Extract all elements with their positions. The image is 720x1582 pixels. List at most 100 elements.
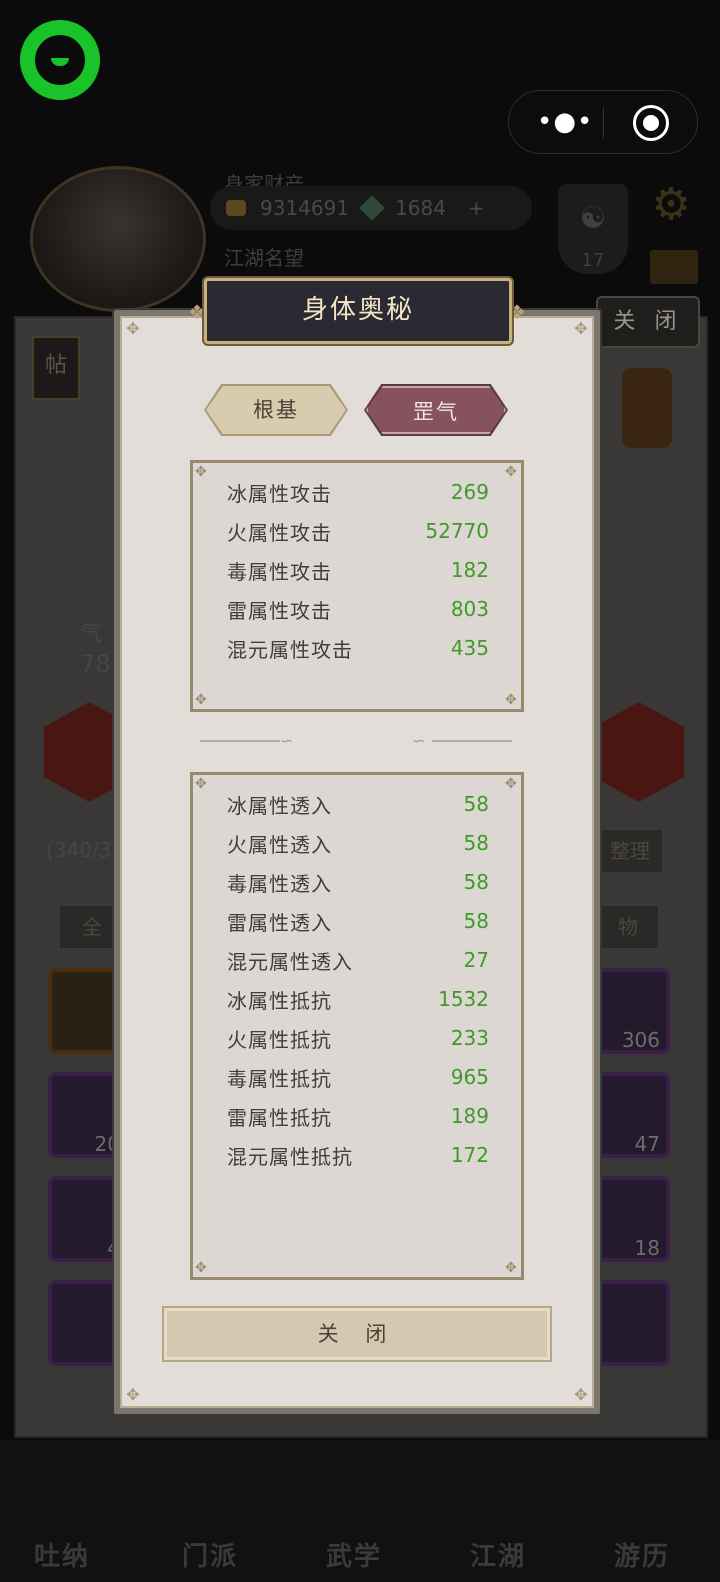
inventory-slot: 47 bbox=[588, 1072, 670, 1158]
stat-value: 182 bbox=[450, 558, 489, 582]
inventory-slot: 18 bbox=[588, 1176, 670, 1262]
stat-label: 火属性攻击 bbox=[227, 520, 332, 545]
stat-value: 803 bbox=[450, 597, 489, 621]
stat-value: 27 bbox=[463, 948, 489, 972]
post-badge: 帖 bbox=[32, 336, 80, 400]
currency-bar: 9314691 1684 + bbox=[210, 186, 532, 230]
stat-label: 雷属性攻击 bbox=[227, 598, 332, 623]
attack-stats-panel: ✥ ✥ ✥ ✥ 冰属性攻击 269 火属性攻击 52770 毒属性攻击 182 … bbox=[190, 460, 524, 712]
corner-ornament-icon: ✥ bbox=[505, 464, 517, 480]
mini-program-capsule: •●• bbox=[508, 90, 698, 154]
stat-label: 混元属性抵抗 bbox=[227, 1144, 353, 1169]
stat-row: 火属性攻击 52770 bbox=[227, 516, 489, 546]
stat-row: 火属性抵抗 233 bbox=[227, 1023, 489, 1053]
stat-label: 冰属性攻击 bbox=[227, 481, 332, 506]
stat-row: 混元属性攻击 435 bbox=[227, 633, 489, 663]
corner-ornament-icon: ✥ bbox=[505, 692, 517, 708]
stat-value: 965 bbox=[450, 1065, 489, 1089]
background-close-tab: 关 闭 bbox=[596, 296, 700, 348]
close-button[interactable]: 关 闭 bbox=[162, 1306, 552, 1362]
tab-genji[interactable]: 根基 bbox=[206, 386, 346, 434]
stat-value: 269 bbox=[450, 480, 489, 504]
stat-row: 火属性透入 58 bbox=[227, 828, 489, 858]
dialog-title: 身体奥秘 bbox=[204, 278, 512, 344]
level-badge-value: 17 bbox=[581, 250, 605, 271]
corner-ornament-icon: ✥ bbox=[195, 776, 207, 792]
nav-item-youli: 游历 bbox=[614, 1542, 671, 1572]
stat-value: 52770 bbox=[425, 519, 489, 543]
capsule-separator bbox=[603, 107, 604, 139]
stat-value: 172 bbox=[450, 1143, 489, 1167]
fame-label: 江湖名望 bbox=[224, 246, 304, 270]
more-dots-icon[interactable]: •●• bbox=[537, 109, 592, 135]
divider-curl-icon: ∽ bbox=[412, 731, 426, 750]
stat-value: 1532 bbox=[438, 987, 489, 1011]
corner-ornament-icon: ✥ bbox=[505, 776, 517, 792]
stat-label: 冰属性抵抗 bbox=[227, 988, 332, 1013]
corner-ornament-icon: ✥ bbox=[574, 1385, 588, 1404]
tab-gangqi[interactable]: 罡气 bbox=[366, 386, 506, 434]
stat-label: 混元属性透入 bbox=[227, 949, 353, 974]
stat-row: 冰属性透入 58 bbox=[227, 789, 489, 819]
qi-label: 气 bbox=[80, 622, 103, 647]
mail-icon bbox=[650, 250, 698, 284]
coin-icon bbox=[226, 200, 246, 216]
stat-label: 火属性透入 bbox=[227, 832, 332, 857]
stat-value: 189 bbox=[450, 1104, 489, 1128]
stat-value: 58 bbox=[463, 792, 489, 816]
stat-label: 冰属性透入 bbox=[227, 793, 332, 818]
inventory-slot: 306 bbox=[588, 968, 670, 1054]
stat-row: 毒属性透入 58 bbox=[227, 867, 489, 897]
player-avatar bbox=[30, 166, 206, 312]
stat-row: 毒属性抵抗 965 bbox=[227, 1062, 489, 1092]
stat-row: 雷属性透入 58 bbox=[227, 906, 489, 936]
stat-value: 58 bbox=[463, 909, 489, 933]
stat-label: 雷属性透入 bbox=[227, 910, 332, 935]
coin-amount: 9314691 bbox=[260, 196, 350, 220]
corner-ornament-icon: ✥ bbox=[126, 319, 140, 338]
section-divider bbox=[200, 740, 280, 742]
corner-ornament-icon: ✥ bbox=[195, 464, 207, 480]
nav-item-wuxue: 武学 bbox=[326, 1542, 383, 1572]
section-divider bbox=[432, 740, 512, 742]
stat-value: 435 bbox=[450, 636, 489, 660]
filter-item-tab: 物 bbox=[596, 904, 660, 950]
corner-ornament-icon: ✥ bbox=[195, 692, 207, 708]
defense-stats-panel: ✥ ✥ ✥ ✥ 冰属性透入 58 火属性透入 58 毒属性透入 58 雷属性透入… bbox=[190, 772, 524, 1280]
app-logo-icon bbox=[20, 20, 100, 100]
nav-item-tuna: 吐纳 bbox=[34, 1542, 91, 1572]
stat-value: 58 bbox=[463, 870, 489, 894]
stat-label: 火属性抵抗 bbox=[227, 1027, 332, 1052]
target-circle-icon[interactable] bbox=[633, 105, 669, 141]
inventory-slot bbox=[588, 1280, 670, 1366]
stat-row: 雷属性攻击 803 bbox=[227, 594, 489, 624]
stat-value: 233 bbox=[450, 1026, 489, 1050]
nav-item-menpai: 门派 bbox=[182, 1542, 239, 1572]
corner-ornament-icon: ✥ bbox=[574, 319, 588, 338]
stat-value: 58 bbox=[463, 831, 489, 855]
add-currency-button: + bbox=[467, 196, 485, 220]
corner-ornament-icon: ✥ bbox=[126, 1385, 140, 1404]
stat-row: 冰属性攻击 269 bbox=[227, 477, 489, 507]
nav-item-jianghu: 江湖 bbox=[470, 1542, 527, 1572]
stat-row: 混元属性透入 27 bbox=[227, 945, 489, 975]
organize-button: 整理 bbox=[596, 828, 664, 874]
corner-ornament-icon: ✥ bbox=[195, 1260, 207, 1276]
stat-row: 冰属性抵抗 1532 bbox=[227, 984, 489, 1014]
stat-row: 混元属性抵抗 172 bbox=[227, 1140, 489, 1170]
stat-label: 毒属性攻击 bbox=[227, 559, 332, 584]
gem-amount: 1684 bbox=[395, 196, 446, 220]
divider-curl-icon: ∽ bbox=[280, 731, 294, 750]
gem-icon bbox=[359, 195, 385, 221]
yinyang-level-badge: ☯ 17 bbox=[558, 184, 628, 274]
capacity-text: (340/3 bbox=[46, 838, 112, 862]
stat-label: 雷属性抵抗 bbox=[227, 1105, 332, 1130]
power-value: 78 bbox=[80, 650, 111, 678]
lantern-icon bbox=[622, 368, 672, 448]
stat-row: 雷属性抵抗 189 bbox=[227, 1101, 489, 1131]
stat-label: 毒属性抵抗 bbox=[227, 1066, 332, 1091]
stat-row: 毒属性攻击 182 bbox=[227, 555, 489, 585]
corner-ornament-icon: ✥ bbox=[505, 1260, 517, 1276]
gear-icon: ⚙ bbox=[651, 179, 691, 230]
stat-label: 混元属性攻击 bbox=[227, 637, 353, 662]
